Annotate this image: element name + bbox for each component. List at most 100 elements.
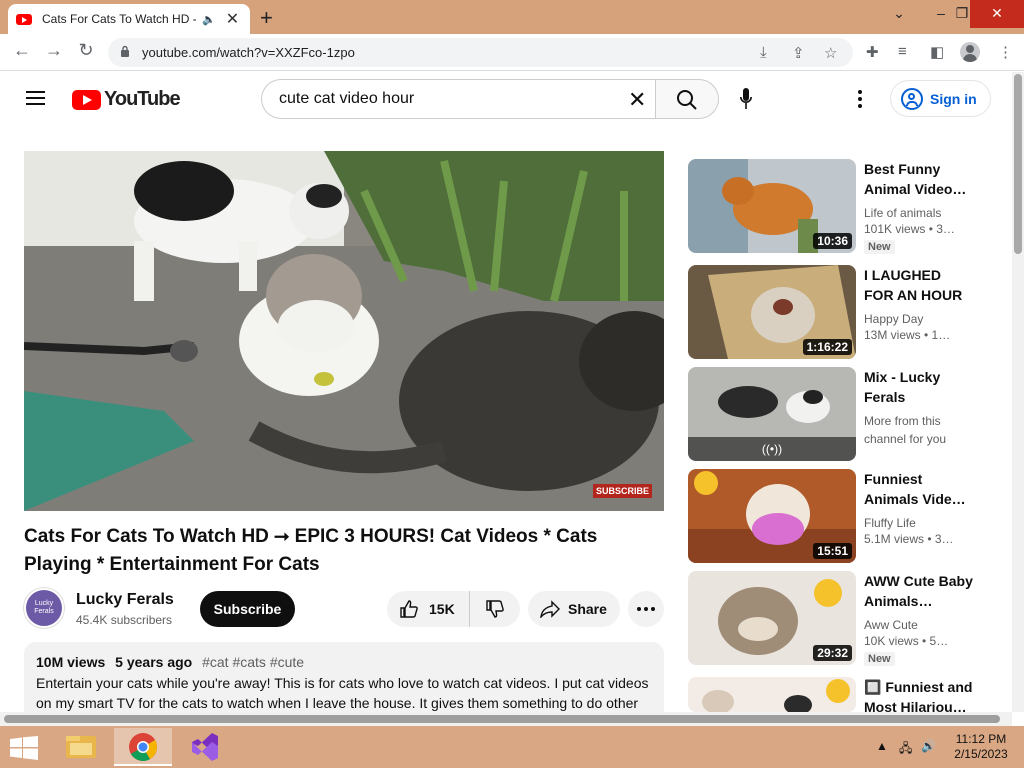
recommendation-title: Funniest Animals Vide… — [864, 471, 966, 507]
tab-close-icon[interactable]: ✕ — [226, 9, 239, 29]
description-box[interactable]: 10M views 5 years ago #cat #cats #cute E… — [24, 642, 664, 722]
vertical-scroll-thumb[interactable] — [1014, 74, 1022, 254]
recommendation-title: Mix - Lucky Ferals — [864, 369, 941, 405]
extensions-icon[interactable]: ✚ — [866, 43, 879, 61]
video-duration: 15:51 — [813, 543, 852, 559]
recommendation-thumbnail[interactable] — [688, 677, 856, 712]
recommendation-thumbnail[interactable]: 15:51 — [688, 469, 856, 563]
clock-date: 2/15/2023 — [954, 747, 1008, 761]
volume-icon[interactable]: 🔊 — [921, 739, 936, 753]
upload-age: 5 years ago — [115, 654, 193, 670]
bookmark-star-icon[interactable]: ☆ — [824, 44, 837, 62]
address-bar[interactable]: youtube.com/watch?v=XXZFco-1zpo ⤓ ⇪ ☆ — [108, 38, 853, 67]
sign-in-label: Sign in — [930, 90, 977, 107]
new-badge: New — [864, 240, 895, 254]
back-arrow-icon[interactable]: ← — [10, 40, 34, 61]
browser-tab[interactable]: Cats For Cats To Watch HD ⭢ 🔈 ✕ — [8, 4, 250, 34]
like-button[interactable]: 15K — [387, 591, 470, 627]
search-input[interactable]: cute cat video hour ✕ — [261, 79, 655, 119]
share-page-icon[interactable]: ⇪ — [792, 44, 805, 62]
visual-studio-taskbar-icon[interactable] — [176, 728, 234, 766]
recommendation-thumbnail[interactable]: 10:36 — [688, 159, 856, 253]
recommendation-title: Best Funny Animal Video… — [864, 161, 967, 197]
sign-in-button[interactable]: Sign in — [890, 80, 991, 117]
new-tab-button[interactable]: + — [260, 5, 273, 31]
subscribe-button[interactable]: Subscribe — [200, 591, 295, 627]
youtube-favicon-icon — [16, 13, 32, 25]
recommendation-thumbnail[interactable]: 1:16:22 — [688, 265, 856, 359]
recommendation-item[interactable]: 10:36 Best Funny Animal Video… Life of a… — [688, 159, 998, 255]
tab-title: Cats For Cats To Watch HD ⭢ — [42, 11, 196, 26]
youtube-logo[interactable]: YouTube — [72, 88, 181, 111]
youtube-logo-text: YouTube — [104, 88, 181, 110]
clock-time: 11:12 PM — [955, 732, 1007, 746]
network-icon[interactable]: 🖧 — [899, 739, 912, 760]
horizontal-scroll-thumb[interactable] — [4, 715, 1000, 723]
windows-taskbar: ▲ 🖧 🔊 11:12 PM 2/15/2023 — [0, 726, 1024, 768]
channel-name[interactable]: Lucky Ferals — [76, 591, 174, 609]
microphone-icon[interactable] — [740, 88, 752, 110]
reload-icon[interactable]: ↻ — [74, 40, 98, 61]
recommendation-channel: Fluffy Life — [864, 516, 916, 530]
video-title: Cats For Cats To Watch HD ⭢ EPIC 3 HOURS… — [24, 526, 598, 575]
recommendation-views: 13M views • 1… — [864, 328, 951, 342]
side-panel-icon[interactable]: ◧ — [930, 43, 944, 61]
settings-more-icon[interactable] — [857, 90, 863, 108]
channel-avatar[interactable]: Lucky Ferals — [24, 588, 64, 628]
subscriber-count: 45.4K subscribers — [76, 613, 173, 627]
chrome-taskbar-icon[interactable] — [114, 728, 172, 766]
view-count: 10M views — [36, 654, 106, 670]
recommendation-title: AWW Cute Baby Animals… — [864, 573, 973, 609]
video-duration: 29:32 — [813, 645, 852, 661]
horizontal-scrollbar[interactable] — [0, 712, 1012, 726]
subscribe-watermark[interactable]: SUBSCRIBE — [592, 484, 652, 498]
hamburger-menu-icon[interactable] — [26, 91, 45, 105]
tab-search-chevron-icon[interactable]: ⌄ — [880, 0, 918, 28]
clear-search-icon[interactable]: ✕ — [628, 87, 646, 113]
share-button[interactable]: Share — [528, 591, 620, 627]
recommendation-channel: More from this channel for you — [864, 414, 947, 446]
browser-menu-icon[interactable]: ⋮ — [998, 43, 1013, 61]
recommendation-views: 5.1M views • 3… — [864, 532, 954, 546]
hashtags[interactable]: #cat #cats #cute — [202, 654, 304, 670]
install-app-icon[interactable]: ⤓ — [760, 44, 767, 61]
video-frame-cats — [24, 151, 664, 511]
vertical-scrollbar[interactable] — [1012, 72, 1024, 712]
recommendation-item[interactable]: 🔲 Funniest and Most Hilariou… — [688, 677, 998, 712]
dislike-button[interactable] — [471, 591, 520, 627]
video-player[interactable]: SUBSCRIBE — [24, 151, 664, 511]
forward-arrow-icon[interactable]: → — [42, 40, 66, 61]
more-actions-button[interactable] — [628, 591, 664, 627]
description-text: Entertain your cats while you're away! T… — [36, 675, 649, 711]
tray-overflow-icon[interactable]: ▲ — [876, 739, 888, 753]
recommendation-channel: Life of animals — [864, 206, 942, 220]
speaker-icon[interactable]: 🔈 — [202, 13, 216, 26]
search-icon — [677, 90, 697, 110]
like-dislike-group: 15K — [387, 591, 520, 627]
search-button[interactable] — [655, 79, 719, 119]
recommendation-thumbnail[interactable]: ((•)) — [688, 367, 856, 461]
media-controls-icon[interactable]: ≡ — [898, 43, 907, 60]
url-text: youtube.com/watch?v=XXZFco-1zpo — [142, 45, 355, 60]
window-close-button[interactable]: ✕ — [970, 0, 1024, 28]
windows-start-icon[interactable] — [10, 736, 38, 760]
search-query-text: cute cat video hour — [279, 90, 415, 107]
thumbs-up-icon — [400, 600, 418, 618]
share-label: Share — [568, 601, 607, 617]
recommendation-item[interactable]: 29:32 AWW Cute Baby Animals… Aww Cute 10… — [688, 571, 998, 667]
recommendation-item[interactable]: 15:51 Funniest Animals Vide… Fluffy Life… — [688, 469, 998, 565]
recommendation-channel: Aww Cute — [864, 618, 918, 632]
browser-tabstrip: Cats For Cats To Watch HD ⭢ 🔈 ✕ + ⌄ – ❐ … — [0, 0, 1024, 34]
thumbs-down-icon — [486, 600, 504, 618]
recommendation-item[interactable]: 1:16:22 I LAUGHED FOR AN HOUR😹… Happy Da… — [688, 265, 998, 361]
system-clock[interactable]: 11:12 PM 2/15/2023 — [948, 732, 1014, 762]
recommendation-item[interactable]: ((•)) Mix - Lucky Ferals More from this … — [688, 367, 998, 463]
recommendation-views: 101K views • 3… — [864, 222, 955, 236]
file-explorer-taskbar-icon[interactable] — [52, 728, 110, 766]
recommendation-title: 🔲 Funniest and Most Hilariou… — [864, 679, 973, 712]
video-duration: 10:36 — [813, 233, 852, 249]
account-circle-icon — [901, 87, 923, 110]
profile-avatar-icon[interactable] — [960, 42, 980, 62]
new-badge: New — [864, 652, 895, 666]
recommendation-thumbnail[interactable]: 29:32 — [688, 571, 856, 665]
